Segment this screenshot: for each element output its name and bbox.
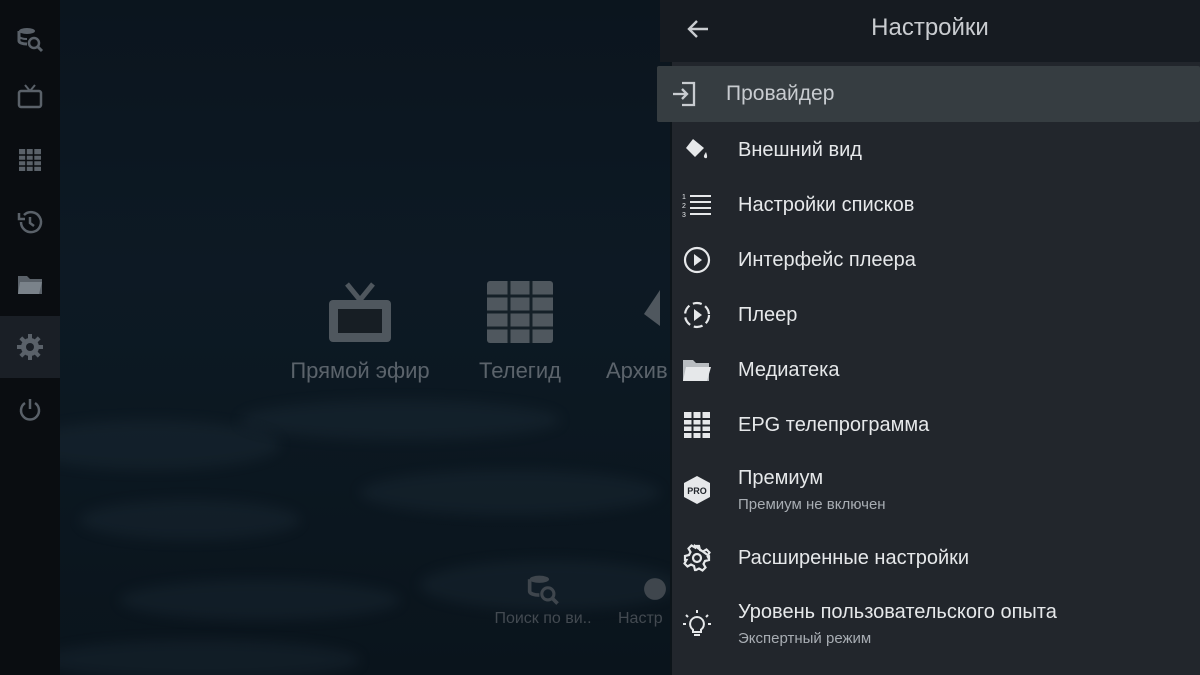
- svg-text:3: 3: [682, 212, 686, 219]
- settings-item-label: Настройки списков: [738, 193, 915, 216]
- grid-icon: [682, 410, 712, 440]
- search-video-icon: [17, 28, 44, 53]
- settings-item-experience-level[interactable]: Уровень пользовательского опыта Экспертн…: [672, 592, 1188, 656]
- home-bottom-label: Поиск по ви..: [494, 610, 592, 627]
- settings-item-player-ui[interactable]: Интерфейс плеера: [672, 234, 1188, 286]
- rail-guide[interactable]: [0, 129, 60, 191]
- home-bottom-settings[interactable]: Настр: [618, 572, 670, 628]
- folder-icon: [18, 276, 42, 294]
- gear-icon: [682, 543, 712, 573]
- settings-item-label: Премиум: [738, 467, 824, 489]
- play-circle-icon: [682, 245, 712, 275]
- settings-item-sublabel: Премиум не включен: [738, 496, 886, 513]
- home-tile-live[interactable]: Прямой эфир: [290, 282, 430, 384]
- grid-icon: [487, 281, 553, 343]
- rail-search-video[interactable]: [0, 8, 60, 70]
- svg-text:2: 2: [682, 203, 686, 210]
- settings-item-sublabel: Экспертный режим: [738, 630, 872, 647]
- settings-item-label: EPG телепрограмма: [738, 413, 930, 436]
- settings-item-label: Интерфейс плеера: [738, 248, 916, 271]
- rail-history[interactable]: [0, 191, 60, 253]
- tv-icon: [17, 84, 43, 109]
- settings-item-epg[interactable]: EPG телепрограмма: [672, 399, 1188, 451]
- home-tile-label: Архив: [606, 358, 668, 383]
- page-title: Настройки: [871, 14, 989, 41]
- tv-icon: [329, 282, 391, 342]
- pro-badge-icon: PRO: [682, 475, 712, 505]
- home-tile-guide[interactable]: Телегид: [470, 280, 570, 384]
- settings-item-lists[interactable]: 1 2 3 Настройки списков: [672, 179, 1188, 231]
- settings-item-advanced[interactable]: Расширенные настройки: [672, 532, 1188, 584]
- play-circle-dashed-icon: [682, 300, 712, 330]
- home-bottom-search[interactable]: Поиск по ви..: [488, 572, 598, 628]
- lightbulb-icon: [682, 609, 712, 639]
- search-video-icon: [527, 575, 559, 605]
- svg-text:1: 1: [682, 194, 686, 201]
- gear-icon: [644, 578, 666, 600]
- paint-bucket-icon: [682, 135, 712, 165]
- gear-icon: [17, 334, 43, 360]
- history-icon: [17, 210, 43, 234]
- settings-item-label: Расширенные настройки: [738, 546, 970, 569]
- settings-item-label: Внешний вид: [738, 138, 862, 161]
- rail-settings[interactable]: [0, 316, 60, 378]
- settings-item-provider[interactable]: Провайдер: [657, 66, 1200, 122]
- settings-item-media[interactable]: Медиатека: [672, 344, 1188, 396]
- login-icon: [669, 79, 699, 109]
- settings-item-label: Провайдер: [726, 82, 835, 105]
- settings-item-player[interactable]: Плеер: [672, 289, 1188, 341]
- power-icon: [19, 399, 41, 421]
- settings-item-appearance[interactable]: Внешний вид: [672, 124, 1188, 176]
- home-tile-archive[interactable]: Архив: [606, 280, 670, 384]
- archive-icon: [644, 290, 660, 326]
- settings-item-label: Плеер: [738, 303, 798, 326]
- rail-media[interactable]: [0, 253, 60, 315]
- side-rail: [0, 0, 60, 675]
- grid-icon: [19, 149, 41, 171]
- settings-item-premium[interactable]: PRO Премиум Премиум не включен: [672, 458, 1188, 522]
- svg-text:PRO: PRO: [687, 486, 707, 496]
- home-tile-label: Телегид: [479, 358, 561, 383]
- numbered-list-icon: 1 2 3: [682, 190, 712, 220]
- settings-item-label: Медиатека: [738, 358, 840, 381]
- home-tile-label: Прямой эфир: [290, 358, 430, 383]
- rail-power[interactable]: [0, 379, 60, 441]
- rail-tv[interactable]: [0, 66, 60, 128]
- home-bottom-label: Настр: [618, 610, 663, 627]
- settings-item-label: Уровень пользовательского опыта: [738, 601, 1057, 623]
- folder-open-icon: [682, 355, 712, 385]
